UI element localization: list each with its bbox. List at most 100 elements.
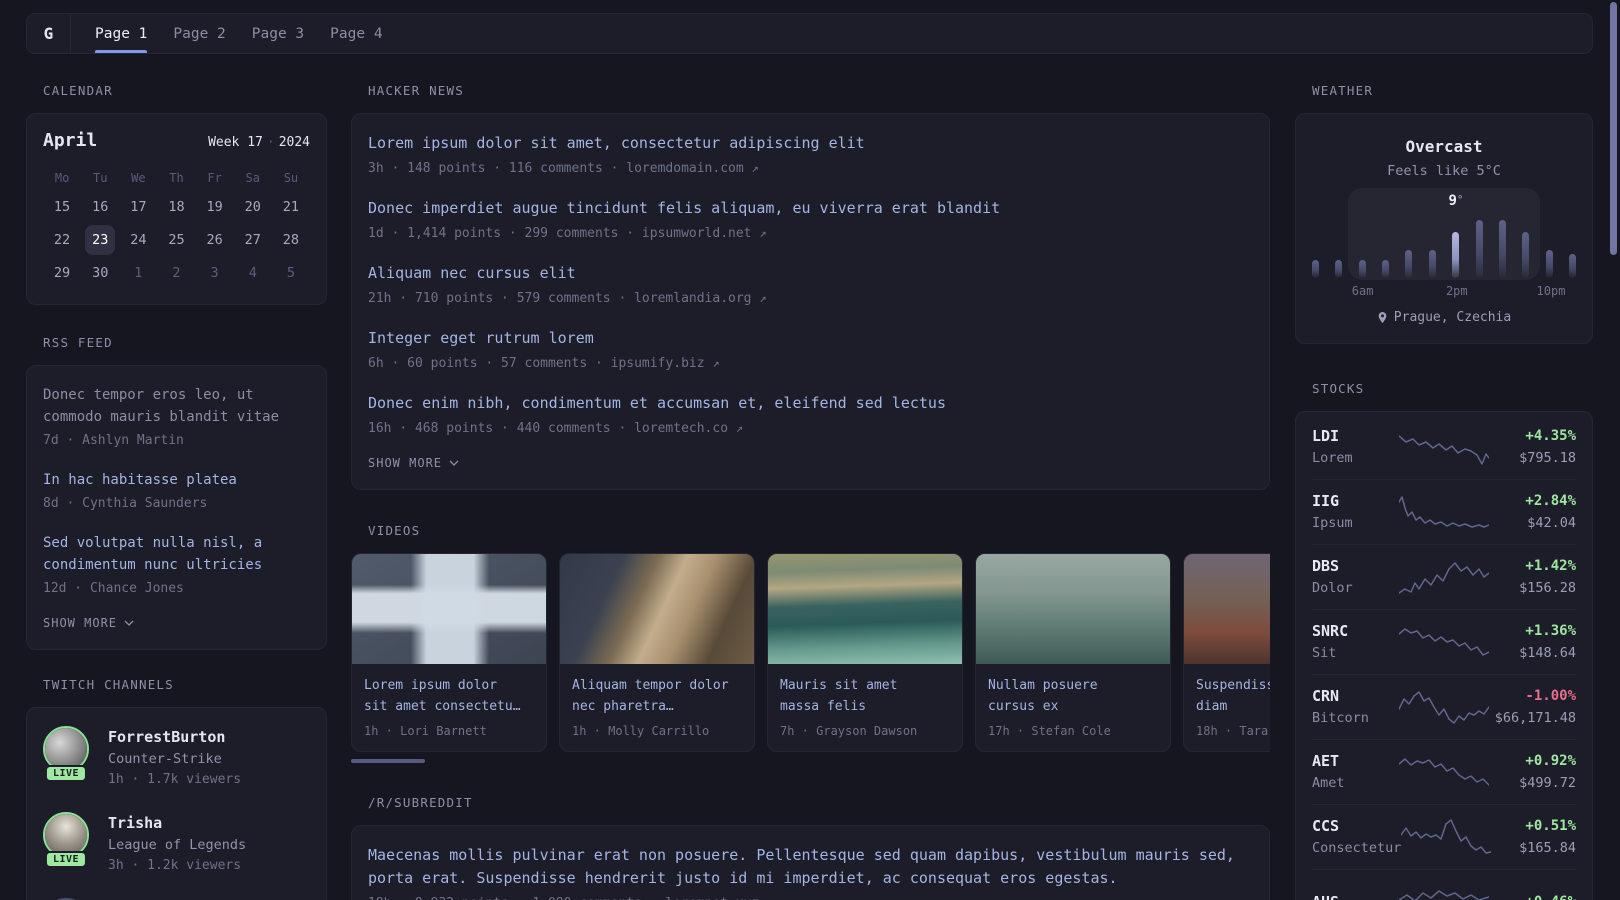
- calendar-day[interactable]: 3: [196, 258, 234, 288]
- video-meta: 18h · Tara: [1196, 724, 1269, 738]
- hn-item-title[interactable]: Lorem ipsum dolor sit amet, consectetur …: [368, 132, 1253, 155]
- hn-item-title[interactable]: Donec imperdiet augue tincidunt felis al…: [368, 197, 1253, 220]
- hacker-news-show-more-button[interactable]: SHOW MORE: [368, 456, 459, 470]
- calendar-day-selected[interactable]: 23: [81, 225, 119, 255]
- stock-row-crn[interactable]: CRN Bitcorn -1.00% $66,171.48: [1312, 674, 1576, 739]
- stock-price: $66,171.48: [1494, 710, 1576, 726]
- video-meta: 1h · Molly Carrillo: [572, 724, 710, 738]
- hn-item-title[interactable]: Integer eget rutrum lorem: [368, 327, 1253, 350]
- rss-widget: RSS FEED Donec tempor eros leo, ut commo…: [26, 336, 327, 650]
- page-scrollbar-thumb[interactable]: [1610, 2, 1617, 255]
- weather-bar: [1522, 232, 1530, 278]
- stock-row-dbs[interactable]: DBS Dolor +1.42% $156.28: [1312, 544, 1576, 609]
- calendar-day[interactable]: 20: [234, 192, 272, 222]
- weather-condition: Overcast: [1405, 137, 1483, 156]
- external-link-icon: ↗: [759, 226, 767, 240]
- calendar-day[interactable]: 15: [43, 192, 81, 222]
- rss-item-title[interactable]: In hac habitasse platea: [43, 469, 310, 491]
- weekday-label: Sa: [245, 171, 260, 185]
- stock-price: $42.04: [1527, 515, 1576, 531]
- calendar-day[interactable]: 19: [196, 192, 234, 222]
- stock-row-ccs[interactable]: CCS Consectetur +0.51% $165.84: [1312, 804, 1576, 869]
- stock-name: Ipsum: [1312, 515, 1353, 531]
- stock-row-aet[interactable]: AET Amet +0.92% $499.72: [1312, 739, 1576, 804]
- video-card[interactable]: Aliquam tempor dolor nec pharetra… 1h · M…: [559, 553, 755, 752]
- calendar-day[interactable]: 25: [157, 225, 195, 255]
- subreddit-widget: /R/SUBREDDIT Maecenas mollis pulvinar er…: [351, 796, 1270, 900]
- weather-location-row: Prague, Czechia: [1312, 310, 1576, 325]
- tab-page-4[interactable]: Page 4: [330, 14, 382, 53]
- hn-item-title[interactable]: Aliquam nec cursus elit: [368, 262, 1253, 285]
- video-title: Nullam posuere cursus ex: [988, 678, 1098, 714]
- calendar-day[interactable]: 22: [43, 225, 81, 255]
- external-link-icon: ↗: [767, 896, 774, 900]
- stock-row-snrc[interactable]: SNRC Sit +1.36% $148.64: [1312, 609, 1576, 674]
- calendar-day[interactable]: 28: [272, 225, 310, 255]
- calendar-day[interactable]: 29: [43, 258, 81, 288]
- stock-price: $148.64: [1519, 645, 1576, 661]
- app-logo[interactable]: G: [27, 14, 71, 53]
- calendar-day[interactable]: 27: [234, 225, 272, 255]
- hn-item-title[interactable]: Donec enim nibh, condimentum et accumsan…: [368, 392, 1253, 415]
- stock-row-ldi[interactable]: LDI Lorem +4.35% $795.18: [1312, 414, 1576, 479]
- twitch-card: LIVE ForrestBurton Counter-Strike 1h · 1.7k…: [26, 707, 327, 900]
- stock-change: +0.92%: [1525, 753, 1576, 769]
- stock-change: +2.84%: [1525, 493, 1576, 509]
- rss-item-title[interactable]: Sed volutpat nulla nisl, a condimentum n…: [43, 532, 310, 576]
- calendar-day[interactable]: 4: [234, 258, 272, 288]
- video-thumbnail-foggy-red-field: [1184, 554, 1270, 664]
- calendar-day[interactable]: 30: [81, 258, 119, 288]
- stock-sparkline: [1399, 758, 1489, 786]
- stock-row-ahs[interactable]: AHS +0.46%: [1312, 869, 1576, 900]
- stock-sparkline: [1399, 890, 1489, 900]
- chevron-down-icon: [124, 620, 134, 626]
- subreddit-post-title[interactable]: Maecenas mollis pulvinar erat non posuer…: [368, 844, 1253, 890]
- twitch-channel-forrestburton[interactable]: LIVE ForrestBurton Counter-Strike 1h · 1.7k…: [43, 714, 310, 800]
- weekday-label: Su: [283, 171, 299, 185]
- twitch-channel-kendallcarr[interactable]: KendallCarr: [43, 886, 310, 900]
- calendar-day[interactable]: 24: [119, 225, 157, 255]
- calendar-day[interactable]: 5: [272, 258, 310, 288]
- hn-item: Aliquam nec cursus elit 21h · 710 points …: [368, 262, 1253, 308]
- channel-game: League of Legends: [108, 837, 247, 853]
- weather-bars: [1312, 190, 1576, 278]
- calendar-day[interactable]: 21: [272, 192, 310, 222]
- calendar-day[interactable]: 26: [196, 225, 234, 255]
- left-column: CALENDAR April Week 17 · 2024 Mo Tu We Th Fr Sa…: [26, 84, 327, 900]
- stock-ticker: DBS: [1312, 557, 1340, 575]
- rss-show-more-button[interactable]: SHOW MORE: [43, 616, 134, 630]
- videos-scrollbar-thumb[interactable]: [351, 759, 425, 763]
- hn-item-meta: 16h · 468 points · 440 comments · loremt…: [368, 421, 744, 436]
- chevron-down-icon: [449, 460, 459, 466]
- stock-price: $165.84: [1519, 840, 1576, 856]
- calendar-section-label: CALENDAR: [43, 83, 113, 98]
- calendar-day[interactable]: 17: [119, 192, 157, 222]
- calendar-day[interactable]: 2: [157, 258, 195, 288]
- video-card[interactable]: Lorem ipsum dolor sit amet consectetu… 1h…: [351, 553, 547, 752]
- stock-change: +1.36%: [1525, 623, 1576, 639]
- video-card[interactable]: Nullam posuere cursus ex 17h · Stefan Col…: [975, 553, 1171, 752]
- calendar-day[interactable]: 16: [81, 192, 119, 222]
- tab-page-2[interactable]: Page 2: [173, 14, 225, 53]
- subreddit-section-label: /R/SUBREDDIT: [368, 795, 473, 810]
- video-card[interactable]: Suspendisse diam 18h · Tara: [1183, 553, 1270, 752]
- tab-label: Page 2: [173, 25, 226, 42]
- weather-location: Prague, Czechia: [1393, 310, 1512, 325]
- weather-feels-like: Feels like 5°C: [1387, 163, 1501, 179]
- videos-row: Lorem ipsum dolor sit amet consectetu… 1h…: [351, 553, 1270, 752]
- weather-bar: [1568, 254, 1576, 278]
- rss-card: Donec tempor eros leo, ut commodo mauris…: [26, 365, 327, 650]
- twitch-channel-trisha[interactable]: LIVE Trisha League of Legends 3h · 1.2k vie…: [43, 800, 310, 886]
- twitch-section-label: TWITCH CHANNELS: [43, 677, 174, 692]
- hn-item-meta: 21h · 710 points · 579 comments · loreml…: [368, 291, 767, 306]
- tab-page-3[interactable]: Page 3: [252, 14, 304, 53]
- tab-page-1[interactable]: Page 1: [95, 14, 148, 53]
- calendar-day[interactable]: 18: [157, 192, 195, 222]
- subreddit-post: Maecenas mollis pulvinar erat non posuer…: [368, 844, 1253, 900]
- stock-row-iig[interactable]: IIG Ipsum +2.84% $42.04: [1312, 479, 1576, 544]
- hn-item: Integer eget rutrum lorem 6h · 60 points …: [368, 327, 1253, 373]
- video-card[interactable]: Mauris sit amet massa felis 7h · Grayson …: [767, 553, 963, 752]
- rss-item-title[interactable]: Donec tempor eros leo, ut commodo mauris…: [43, 384, 310, 428]
- calendar-day[interactable]: 1: [119, 258, 157, 288]
- show-more-label: SHOW MORE: [43, 616, 118, 630]
